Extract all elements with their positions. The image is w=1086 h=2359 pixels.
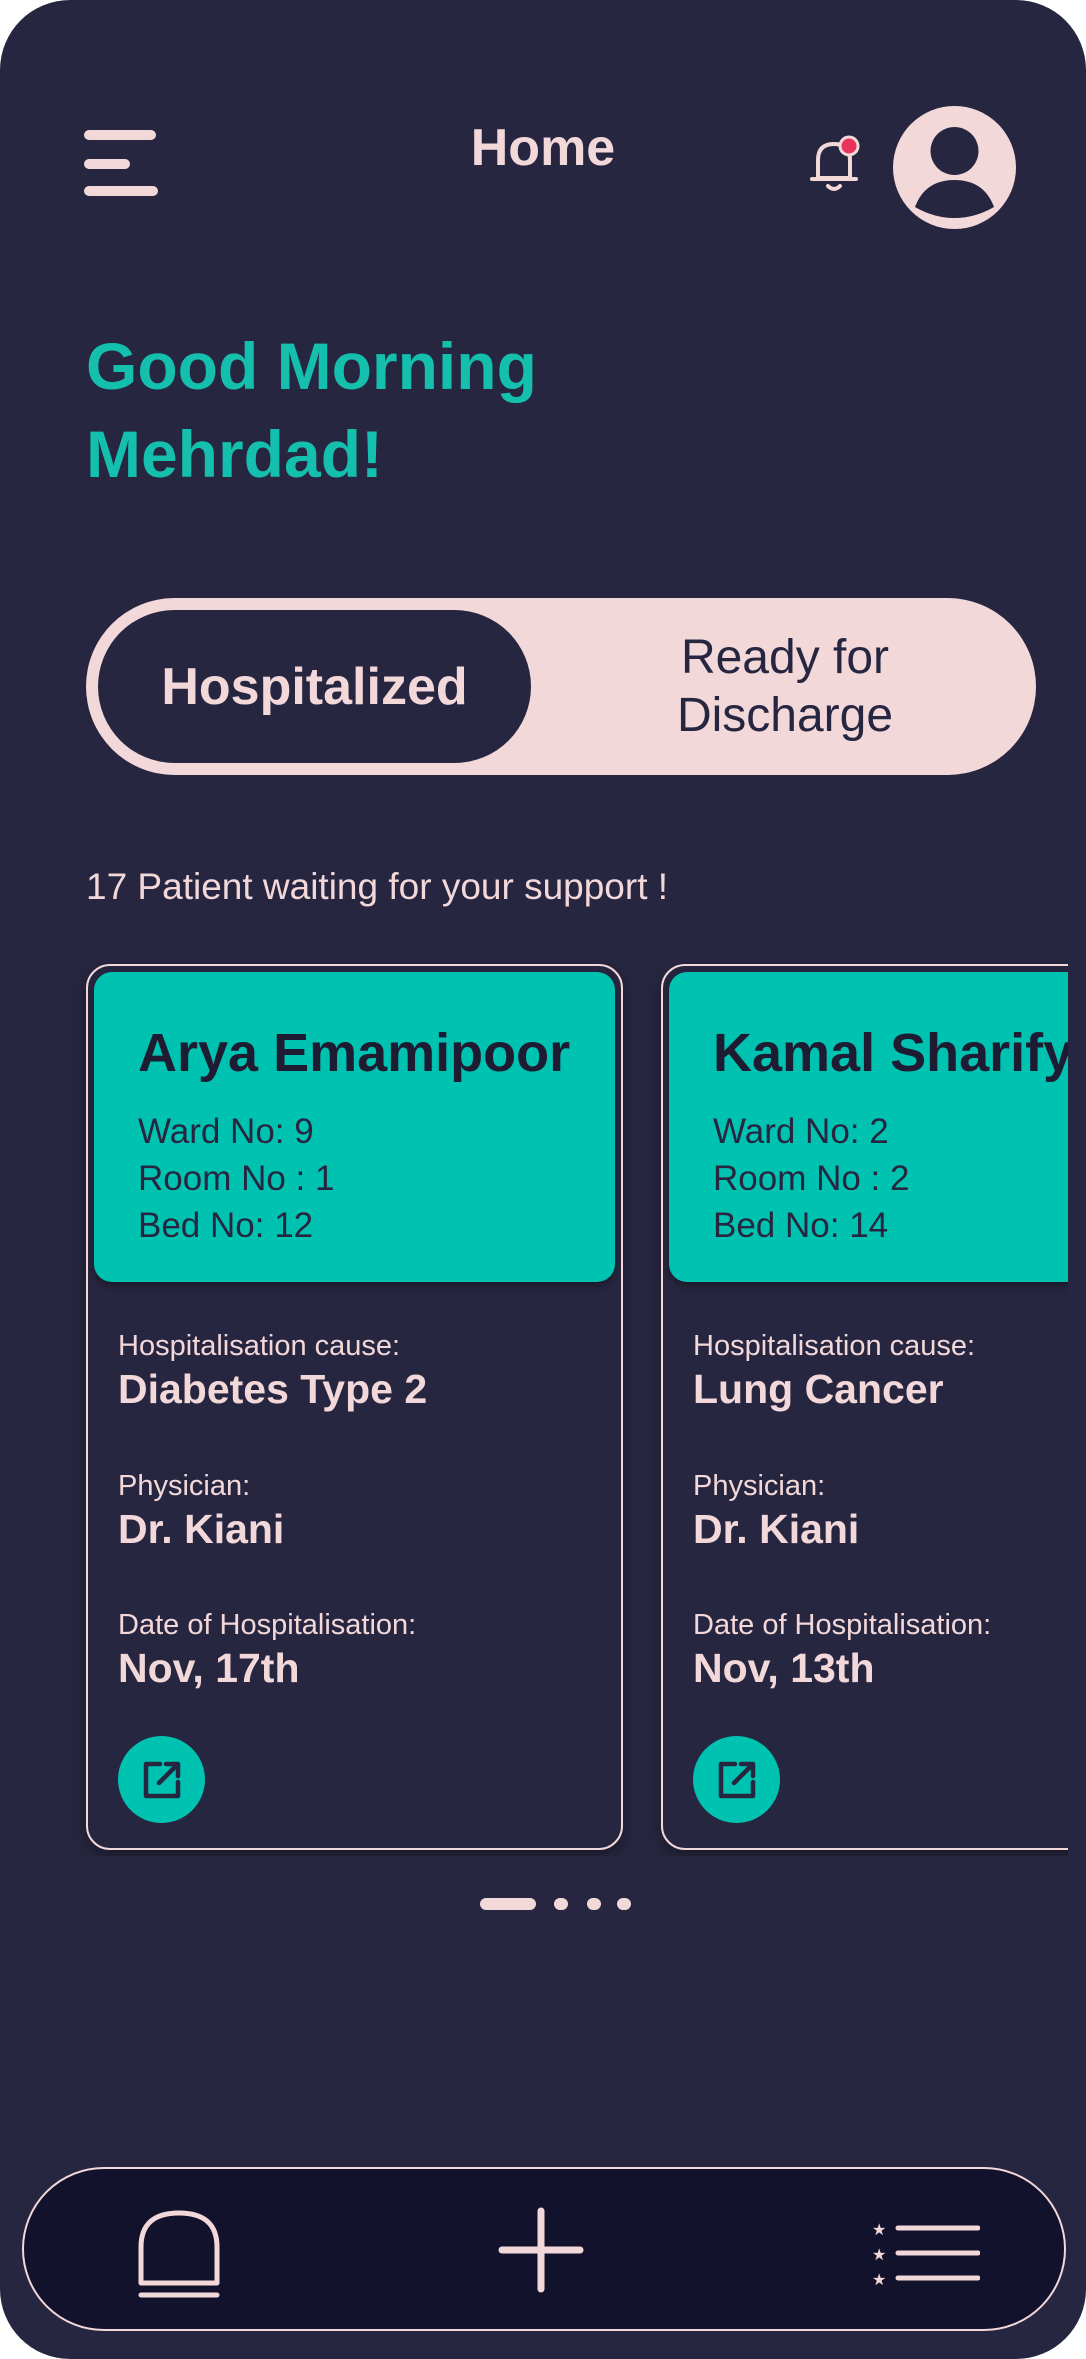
- pager-dot[interactable]: [554, 1898, 568, 1910]
- svg-text:★: ★: [872, 2245, 886, 2264]
- cause-label: Hospitalisation cause:: [118, 1330, 401, 1362]
- open-patient-button[interactable]: [118, 1736, 205, 1823]
- cause-label: Hospitalisation cause:: [693, 1330, 976, 1362]
- status-toggle: Hospitalized Ready for Discharge: [86, 598, 1036, 775]
- patient-card-header: Arya Emamipoor Ward No: 9 Room No : 1 Be…: [94, 972, 615, 1282]
- physician-label: Physician:: [693, 1470, 826, 1502]
- greeting: Good Morning Mehrdad!: [86, 322, 786, 498]
- plus-icon: [498, 2207, 584, 2293]
- greeting-name: Mehrdad!: [86, 417, 383, 491]
- nav-home-button[interactable]: [136, 2207, 222, 2304]
- patient-card[interactable]: Kamal Sharify Ward No: 2 Room No : 2 Bed…: [661, 964, 1068, 1850]
- open-patient-button[interactable]: [693, 1736, 780, 1823]
- cause-value: Diabetes Type 2: [118, 1366, 428, 1412]
- tab-label-line-2: Discharge: [676, 688, 894, 742]
- tab-hospitalized[interactable]: Hospitalized: [98, 610, 531, 763]
- patient-carousel[interactable]: Arya Emamipoor Ward No: 9 Room No : 1 Be…: [0, 962, 1068, 1856]
- date-value: Nov, 17th: [118, 1645, 300, 1691]
- home-icon: [138, 2210, 220, 2298]
- nav-list-button[interactable]: ★ ★ ★: [870, 2219, 981, 2290]
- pager-dot-active[interactable]: [480, 1898, 536, 1910]
- patient-name: Arya Emamipoor: [138, 1023, 571, 1083]
- tab-label-line-1: Ready for: [680, 630, 890, 684]
- patient-name: Kamal Sharify: [713, 1023, 1068, 1083]
- date-value: Nov, 13th: [693, 1645, 875, 1691]
- waiting-count-text: 17 Patient waiting for your support !: [86, 866, 669, 907]
- notification-dot: [838, 135, 860, 157]
- user-icon: [915, 127, 994, 218]
- avatar[interactable]: [893, 106, 1016, 229]
- app-screen: Home Good Morning Mehrdad! Hospitalized …: [0, 0, 1086, 2359]
- external-link-icon: [143, 1761, 181, 1799]
- bottom-nav: ★ ★ ★: [22, 2167, 1066, 2331]
- physician-value: Dr. Kiani: [693, 1506, 860, 1552]
- list-icon: ★ ★ ★: [872, 2220, 981, 2289]
- patient-card-header: Kamal Sharify Ward No: 2 Room No : 2 Bed…: [669, 972, 1068, 1282]
- room-number: Room No : 2: [713, 1159, 910, 1198]
- external-link-icon: [718, 1761, 756, 1799]
- physician-value: Dr. Kiani: [118, 1506, 285, 1552]
- greeting-line-1: Good Morning: [86, 329, 537, 403]
- tab-ready-for-discharge[interactable]: Ready for Discharge: [546, 610, 1024, 763]
- svg-text:★: ★: [872, 2220, 886, 2239]
- date-label: Date of Hospitalisation:: [118, 1609, 417, 1641]
- cause-value: Lung Cancer: [693, 1366, 944, 1412]
- bell-icon[interactable]: [806, 132, 862, 196]
- physician-label: Physician:: [118, 1470, 251, 1502]
- patient-card[interactable]: Arya Emamipoor Ward No: 9 Room No : 1 Be…: [86, 964, 623, 1850]
- pager-dot[interactable]: [617, 1898, 631, 1910]
- ward-number: Ward No: 9: [138, 1112, 314, 1151]
- bed-number: Bed No: 14: [713, 1206, 889, 1245]
- svg-text:★: ★: [872, 2270, 886, 2285]
- nav-add-button[interactable]: [498, 2207, 584, 2298]
- ward-number: Ward No: 2: [713, 1112, 889, 1151]
- pager-dot[interactable]: [587, 1898, 601, 1910]
- date-label: Date of Hospitalisation:: [693, 1609, 992, 1641]
- bed-number: Bed No: 12: [138, 1206, 314, 1245]
- room-number: Room No : 1: [138, 1159, 335, 1198]
